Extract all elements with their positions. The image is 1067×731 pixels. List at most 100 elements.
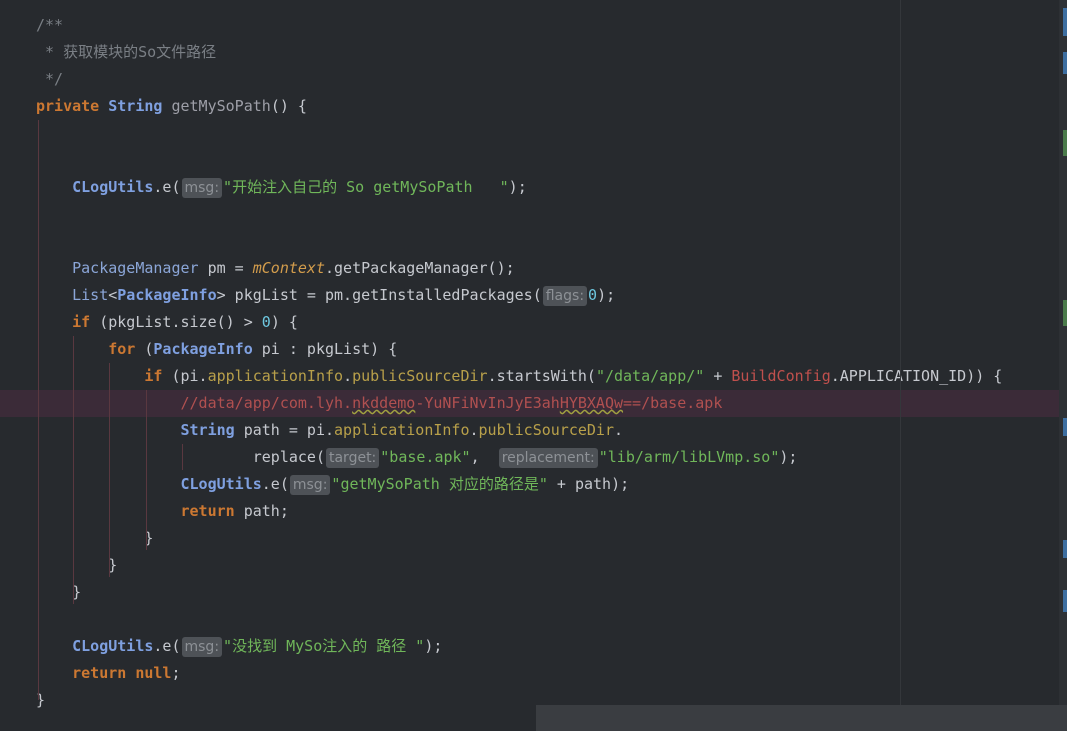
- code-line[interactable]: if (pkgList.size() > 0) {: [0, 309, 1067, 336]
- code-line[interactable]: List<PackageInfo> pkgList = pm.getInstal…: [0, 282, 1067, 309]
- code-line[interactable]: }: [0, 552, 1067, 579]
- code-token: private: [36, 97, 109, 115]
- code-token: );: [779, 448, 798, 466]
- code-line[interactable]: */: [0, 66, 1067, 93]
- indent-guide: [146, 390, 147, 550]
- code-token: () {: [270, 97, 307, 115]
- code-token: 0: [261, 313, 271, 331]
- code-token: .: [469, 421, 479, 439]
- code-token: + path);: [547, 475, 630, 493]
- code-line[interactable]: CLogUtils.e(msg: "开始注入自己的 So getMySoPath …: [0, 174, 1067, 201]
- code-line[interactable]: PackageManager pm = mContext.getPackageM…: [0, 255, 1067, 282]
- code-token: if: [72, 313, 100, 331]
- code-line[interactable]: }: [0, 525, 1067, 552]
- code-token: ) {: [270, 313, 298, 331]
- code-line[interactable]: return path;: [0, 498, 1067, 525]
- code-token: getMySoPath: [171, 97, 271, 115]
- code-token: CLogUtils: [72, 178, 154, 196]
- indent-guide: [38, 120, 39, 700]
- code-token: );: [424, 637, 443, 655]
- code-line[interactable]: private String getMySoPath() {: [0, 93, 1067, 120]
- scroll-marker: [1063, 590, 1067, 612]
- scroll-marker: [1063, 130, 1067, 156]
- code-token: for: [108, 340, 145, 358]
- code-token: -YuNFiNvInJyE3ah: [415, 394, 560, 412]
- code-line[interactable]: if (pi.applicationInfo.publicSourceDir.s…: [0, 363, 1067, 390]
- code-token: publicSourceDir: [478, 421, 614, 439]
- code-token: <: [108, 286, 118, 304]
- code-line[interactable]: CLogUtils.e(msg: "getMySoPath 对应的路径是" + p…: [0, 471, 1067, 498]
- code-line[interactable]: * 获取模块的So文件路径: [0, 39, 1067, 66]
- code-token: PackageInfo: [117, 286, 217, 304]
- code-line[interactable]: [0, 228, 1067, 255]
- code-token: (pi.: [171, 367, 208, 385]
- right-margin-guide: [900, 0, 901, 731]
- code-token: pm =: [207, 259, 253, 277]
- scroll-marker: [1063, 418, 1067, 436]
- code-token: );: [597, 286, 616, 304]
- code-token: .APPLICATION_ID)) {: [830, 367, 1003, 385]
- code-line[interactable]: /**: [0, 12, 1067, 39]
- code-token: .getPackageManager();: [325, 259, 515, 277]
- code-token: CLogUtils: [72, 637, 154, 655]
- code-token: .: [614, 421, 624, 439]
- bottom-tool-panel: [536, 705, 1067, 731]
- code-token: return: [180, 502, 244, 520]
- code-token: mContext: [252, 259, 325, 277]
- code-token: applicationInfo: [207, 367, 344, 385]
- code-token: PackageInfo: [153, 340, 262, 358]
- scroll-marker: [1063, 52, 1067, 74]
- code-line[interactable]: CLogUtils.e(msg: "没找到 MySo注入的 路径 ");: [0, 633, 1067, 660]
- code-token: }: [36, 529, 154, 547]
- code-token: nkddemo: [352, 394, 416, 412]
- parameter-hint: msg:: [181, 636, 223, 657]
- code-line[interactable]: String path = pi.applicationInfo.publicS…: [0, 417, 1067, 444]
- code-line[interactable]: }: [0, 579, 1067, 606]
- code-token: .startsWith(: [487, 367, 596, 385]
- indent-guide: [73, 336, 74, 604]
- code-token: String: [180, 421, 244, 439]
- code-token: "开始注入自己的 So getMySoPath ": [223, 178, 509, 196]
- code-token: "lib/arm/libLVmp.so": [598, 448, 780, 466]
- code-token: return null: [72, 664, 172, 682]
- code-editor[interactable]: /** * 获取模块的So文件路径 */ private String getMy…: [0, 0, 1067, 731]
- code-token: CLogUtils: [180, 475, 262, 493]
- code-token: publicSourceDir: [352, 367, 488, 385]
- code-line[interactable]: [0, 147, 1067, 174]
- code-token: */: [36, 70, 64, 88]
- code-line[interactable]: return null;: [0, 660, 1067, 687]
- code-token: PackageManager: [72, 259, 208, 277]
- code-token: .e(: [153, 637, 181, 655]
- code-line[interactable]: replace(target: "base.apk", replacement: "…: [0, 444, 1067, 471]
- code-token: .e(: [153, 178, 181, 196]
- code-token: "/data/app/": [595, 367, 705, 385]
- code-token: );: [508, 178, 527, 196]
- code-token: .: [343, 367, 353, 385]
- code-token: "没找到 MySo注入的 路径 ": [223, 637, 425, 655]
- code-token: //data/app/com.lyh.: [180, 394, 353, 412]
- code-token: path;: [243, 502, 289, 520]
- code-token: (pkgList.size() >: [99, 313, 262, 331]
- code-line[interactable]: [0, 201, 1067, 228]
- code-token: }: [36, 556, 118, 574]
- code-line[interactable]: [0, 606, 1067, 633]
- scroll-marker: [1063, 8, 1067, 36]
- code-line[interactable]: [0, 120, 1067, 147]
- code-token: if: [144, 367, 172, 385]
- vertical-scrollbar[interactable]: [1059, 0, 1067, 731]
- parameter-hint: msg:: [181, 177, 223, 198]
- code-token: /**: [36, 16, 64, 34]
- code-token: BuildConfig: [731, 367, 831, 385]
- code-token: List: [72, 286, 109, 304]
- parameter-hint: replacement:: [498, 447, 598, 468]
- parameter-hint: target:: [325, 447, 380, 468]
- code-line[interactable]: //data/app/com.lyh.nkddemo-YuNFiNvInJyE3…: [0, 390, 1067, 417]
- code-token: ;: [171, 664, 181, 682]
- code-line[interactable]: for (PackageInfo pi : pkgList) {: [0, 336, 1067, 363]
